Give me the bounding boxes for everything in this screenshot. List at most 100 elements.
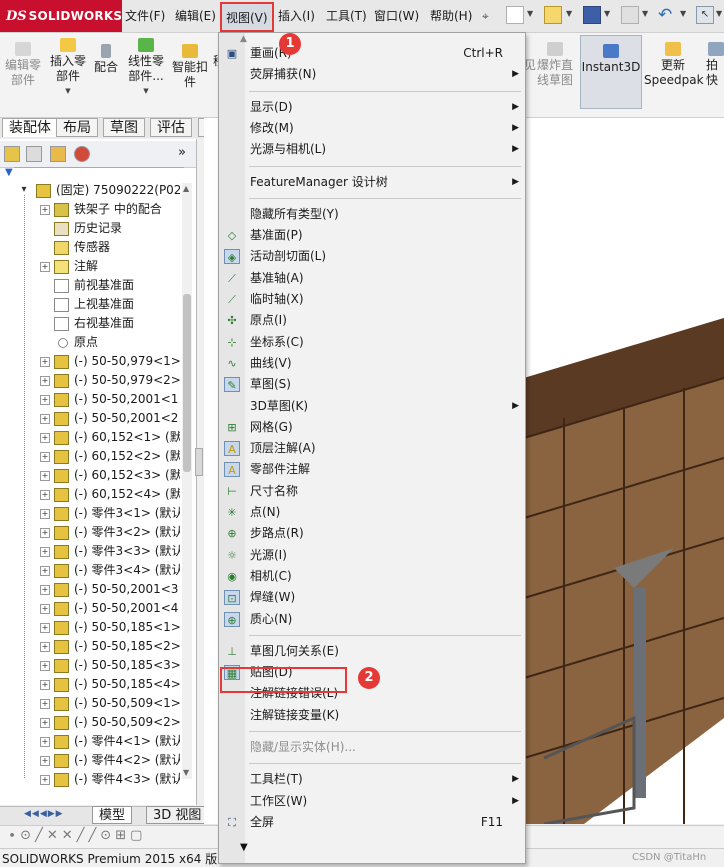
tree-item[interactable]: + (-) 50-50,509<1> (0, 694, 180, 713)
tree-item[interactable]: + (-) 60,152<2> (默 (0, 447, 180, 466)
menu-item-18[interactable]: 3D草图(K) ▶ (219, 396, 525, 417)
tree-item[interactable]: + (-) 零件4<3> (默认 (0, 770, 180, 789)
tree-item[interactable]: + (-) 零件3<2> (默认 (0, 523, 180, 542)
tree-item[interactable]: + (-) 50-50,185<1> (0, 618, 180, 637)
expand-icon[interactable]: + (40, 585, 50, 595)
menu-item-13[interactable]: ⟋ 临时轴(X) (219, 289, 525, 310)
tree-item[interactable]: + (-) 50-50,2001<3 (0, 580, 180, 599)
menu-item-27[interactable]: ⊡ 焊缝(W) (219, 587, 525, 608)
property-manager-icon[interactable] (26, 146, 42, 162)
expand-icon[interactable]: + (40, 452, 50, 462)
select-cursor-icon[interactable]: ↖ (696, 6, 714, 24)
expand-icon[interactable]: + (40, 414, 50, 424)
menu-item-22[interactable]: ⊢ 尺寸名称 (219, 481, 525, 502)
menu-item-33[interactable]: 注解链接变量(K) (219, 705, 525, 726)
expand-icon[interactable]: + (40, 775, 50, 785)
expand-icon[interactable]: + (40, 376, 50, 386)
tree-item[interactable]: + (-) 零件3<3> (默认 (0, 542, 180, 561)
feature-tree-scrollbar[interactable] (182, 183, 192, 779)
open-folder-icon[interactable] (544, 6, 562, 24)
expand-icon[interactable]: + (40, 205, 50, 215)
smart-fasteners-button[interactable]: 智能扣 件 (170, 44, 210, 90)
expand-icon[interactable]: + (40, 718, 50, 728)
tree-item[interactable]: + (-) 50-50,2001<2 (0, 409, 180, 428)
menu-edit[interactable]: 编辑(E) (175, 0, 216, 32)
expand-icon[interactable]: + (40, 699, 50, 709)
tree-item[interactable]: + 铁架子 中的配合 (0, 200, 180, 219)
instant3d-button[interactable]: Instant3D (580, 35, 642, 109)
edit-component-button[interactable]: 编辑零 部件 (2, 42, 44, 88)
menu-insert[interactable]: 插入(I) (278, 0, 315, 32)
chevron-down-icon[interactable]: ▼ (680, 9, 686, 18)
tree-item[interactable]: + (-) 50-50,509<2> (0, 713, 180, 732)
tree-item[interactable]: + (-) 50-50,185<3> (0, 656, 180, 675)
insert-component-button[interactable]: 插入零 部件 ▼ (46, 38, 90, 99)
expand-icon[interactable]: + (40, 528, 50, 538)
expand-icon[interactable]: + (40, 680, 50, 690)
snapshot-button[interactable]: 拍快 (706, 42, 724, 88)
expand-panel-button[interactable]: » (178, 145, 186, 160)
menu-item-3[interactable]: 显示(D) ▶ (219, 97, 525, 118)
chevron-down-icon[interactable]: ▼ (716, 9, 722, 18)
menu-item-25[interactable]: ☼ 光源(I) (219, 545, 525, 566)
print-icon[interactable] (621, 6, 639, 24)
chevron-down-icon[interactable]: ▼ (642, 9, 648, 18)
expand-icon[interactable]: + (40, 395, 50, 405)
menu-item-17[interactable]: ✎ 草图(S) (219, 374, 525, 395)
menu-item-7[interactable]: FeatureManager 设计树 ▶ (219, 172, 525, 193)
menu-item-12[interactable]: ⟋ 基准轴(A) (219, 268, 525, 289)
scroll-down-icon[interactable]: ▼ (183, 768, 189, 777)
menu-item-5[interactable]: 光源与相机(L) ▶ (219, 139, 525, 160)
menu-help[interactable]: 帮助(H) (430, 0, 472, 32)
tree-item[interactable]: + (-) 50-50,979<2> (0, 371, 180, 390)
menu-item-14[interactable]: ✣ 原点(I) (219, 310, 525, 331)
tree-item[interactable]: + (-) 50-50,185<4> (0, 675, 180, 694)
tree-item[interactable]: + (-) 50-50,2001<4 (0, 599, 180, 618)
tree-item[interactable]: + (-) 零件3<1> (默认 (0, 504, 180, 523)
menu-item-10[interactable]: ◇ 基准面(P) (219, 225, 525, 246)
tab-assembly[interactable]: 装配体 (2, 118, 58, 137)
menu-item-16[interactable]: ∿ 曲线(V) (219, 353, 525, 374)
undo-icon[interactable]: ↶ (658, 5, 672, 25)
collapse-icon[interactable]: ▾ (20, 185, 28, 195)
save-icon[interactable] (583, 6, 601, 24)
tab-3d-views[interactable]: 3D 视图 (146, 806, 209, 824)
menu-item-38[interactable]: 工作区(W) ▶ (219, 791, 525, 812)
tree-item[interactable]: + (-) 零件4<2> (默认 (0, 751, 180, 770)
menu-window[interactable]: 窗口(W) (374, 0, 419, 32)
expand-icon[interactable]: + (40, 262, 50, 272)
menu-item-35[interactable]: 隐藏/显示实体(H)... (219, 737, 525, 758)
tree-item[interactable]: 历史记录 (0, 219, 180, 238)
menu-item-19[interactable]: ⊞ 网格(G) (219, 417, 525, 438)
menu-item-0[interactable]: ▣ 重画(R) Ctrl+R (219, 43, 525, 64)
menu-item-26[interactable]: ◉ 相机(C) (219, 566, 525, 587)
expand-icon[interactable]: + (40, 509, 50, 519)
configuration-manager-icon[interactable] (50, 146, 66, 162)
explode-line-sketch-button[interactable]: 爆炸直 线草图 (534, 42, 576, 88)
menu-item-1[interactable]: 荧屏捕获(N) ▶ (219, 64, 525, 85)
tree-item[interactable]: 上视基准面 (0, 295, 180, 314)
sketch-tools-icons[interactable]: ∙⊙╱✕✕╱╱⊙⊞▢ (8, 828, 146, 843)
menu-item-4[interactable]: 修改(M) ▶ (219, 118, 525, 139)
update-speedpak-button[interactable]: 更新 Speedpak (644, 42, 704, 88)
tree-item[interactable]: + 注解 (0, 257, 180, 276)
tree-item[interactable]: 右视基准面 (0, 314, 180, 333)
menu-item-24[interactable]: ⊕ 步路点(R) (219, 523, 525, 544)
tab-layout[interactable]: 布局 (56, 118, 98, 137)
feature-tree-icon[interactable] (4, 146, 20, 162)
panel-splitter-handle[interactable] (195, 448, 203, 476)
chevron-down-icon[interactable]: ▼ (566, 9, 572, 18)
menu-item-39[interactable]: ⛶ 全屏 F11 (219, 812, 525, 833)
tab-model[interactable]: 模型 (92, 806, 133, 824)
chevron-down-icon[interactable]: ▼ (527, 9, 533, 18)
expand-icon[interactable]: + (40, 566, 50, 576)
tab-evaluate[interactable]: 评估 (150, 118, 192, 137)
expand-icon[interactable]: + (40, 547, 50, 557)
menu-item-21[interactable]: A 零部件注解 (219, 459, 525, 480)
menu-item-15[interactable]: ⊹ 坐标系(C) (219, 332, 525, 353)
new-document-icon[interactable] (506, 6, 524, 24)
pin-icon[interactable]: ⌖ (482, 0, 489, 32)
expand-icon[interactable]: + (40, 737, 50, 747)
tree-item[interactable]: + (-) 50-50,185<2> (0, 637, 180, 656)
tab-sketch[interactable]: 草图 (103, 118, 145, 137)
